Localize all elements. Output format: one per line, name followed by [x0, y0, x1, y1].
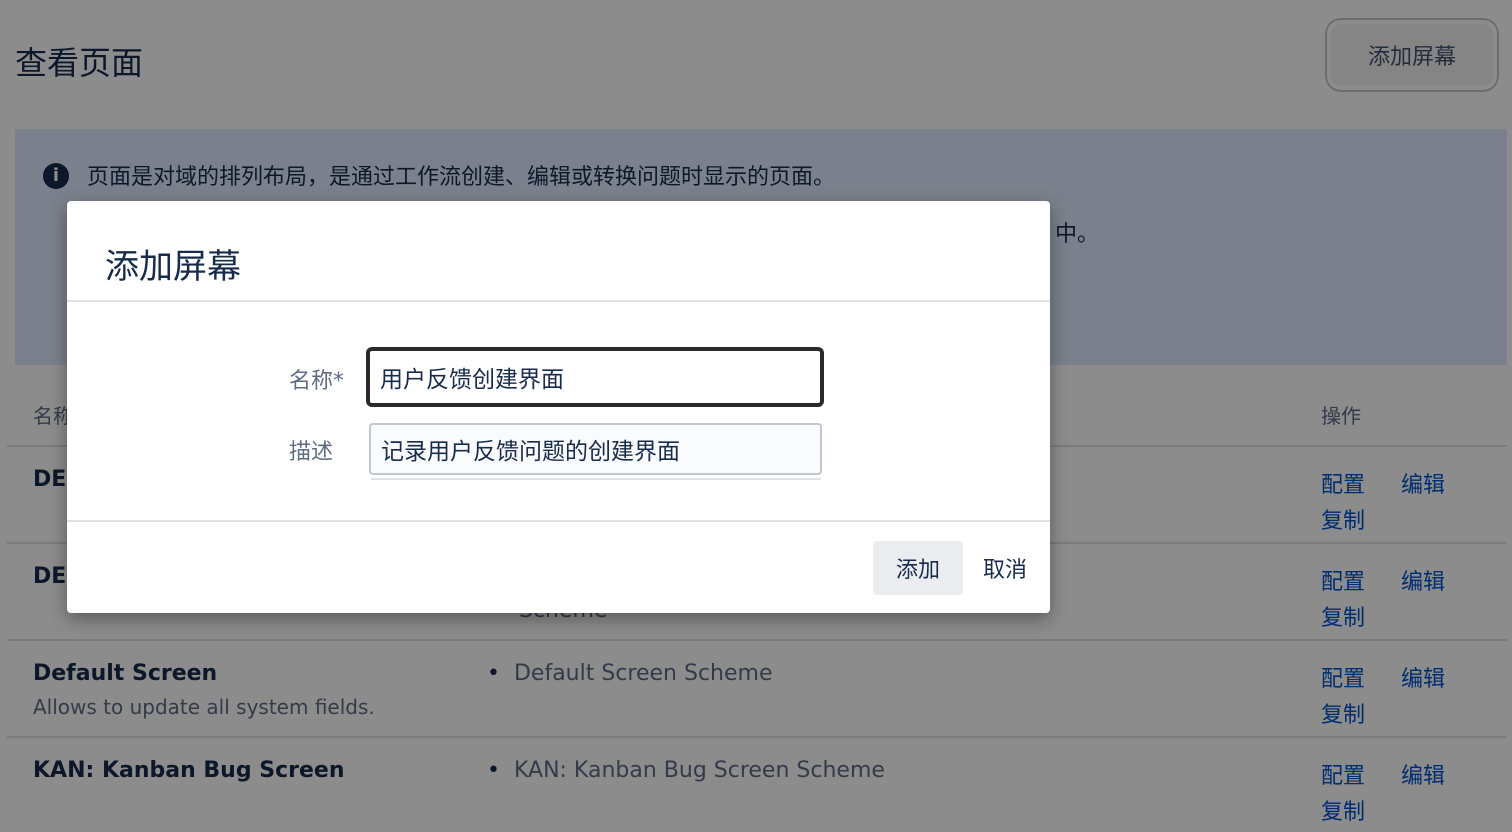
add-screen-dialog: 添加屏幕 名称* 描述 添加 取消 [67, 201, 1050, 613]
dialog-title: 添加屏幕 [105, 247, 241, 287]
description-input[interactable] [369, 423, 822, 475]
add-button[interactable]: 添加 [873, 541, 963, 595]
description-label: 描述 [289, 440, 334, 465]
cancel-button[interactable]: 取消 [971, 541, 1039, 595]
divider [67, 520, 1050, 522]
name-input[interactable] [366, 347, 824, 407]
divider [371, 478, 821, 480]
name-label: 名称* [289, 369, 345, 394]
divider [67, 300, 1050, 302]
